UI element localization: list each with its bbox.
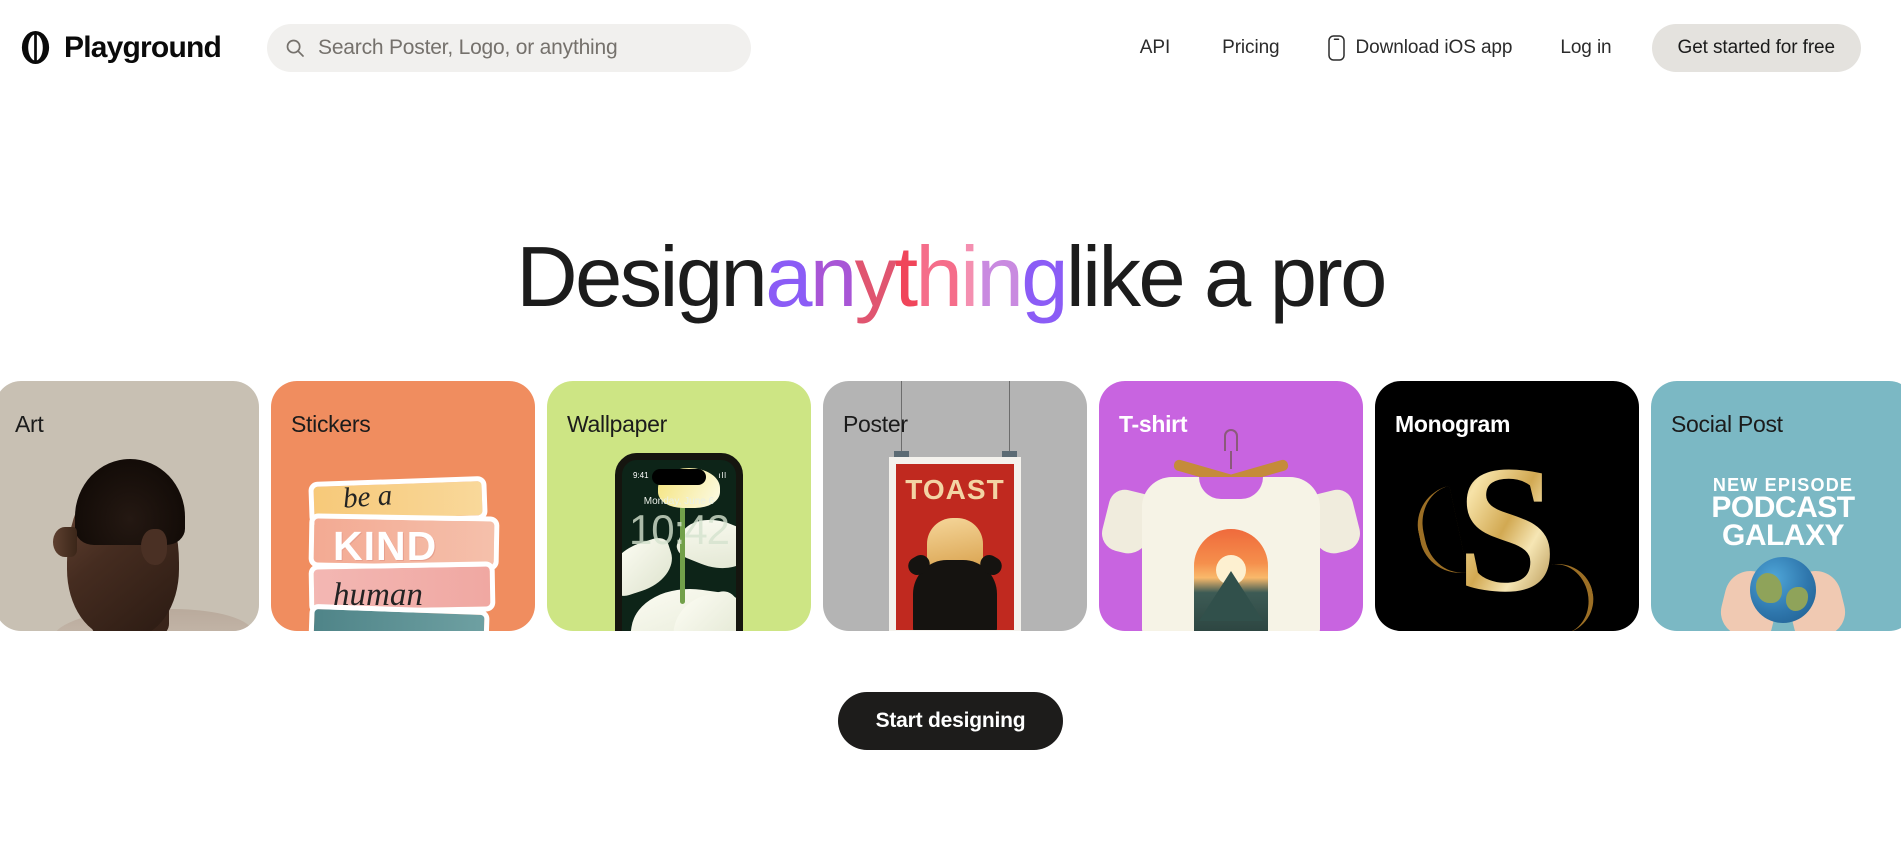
hero-section: Designanythinglike a pro	[0, 235, 1901, 320]
brand-logo[interactable]: Playground	[18, 30, 222, 65]
nav-link-pricing[interactable]: Pricing	[1196, 37, 1305, 59]
headline-part-1: a	[765, 230, 812, 325]
card-label-social-post: Social Post	[1671, 411, 1783, 437]
poster-title-text: TOAST	[905, 474, 1005, 505]
podcast-line3: GALAXY	[1721, 519, 1845, 552]
lockscreen-status-time: 9:41	[633, 471, 649, 480]
search-input[interactable]: Search Poster, Logo, or anything	[267, 23, 752, 72]
category-card-art[interactable]: Art	[0, 381, 259, 631]
category-card-wallpaper[interactable]: 9:41 ıll Monday, June 6 10:42 Wallpaper	[547, 381, 811, 631]
playground-circle-bar-logo	[18, 30, 53, 65]
headline-part-0: Design	[516, 230, 768, 325]
start-designing-row: Start designing	[0, 692, 1901, 750]
lockscreen-status-icons: ıll	[718, 471, 727, 480]
headline-part-4: t	[894, 230, 918, 325]
brand-name: Playground	[64, 30, 222, 64]
download-ios-app-label: Download iOS app	[1355, 36, 1513, 58]
sticker-text-line1: be a	[341, 479, 394, 515]
headline-part-3: y	[854, 230, 898, 325]
card-label-tshirt: T-shirt	[1119, 411, 1188, 437]
card-label-monogram: Monogram	[1395, 411, 1511, 437]
card-label-art: Art	[15, 411, 44, 437]
download-ios-app-link[interactable]: Download iOS app	[1306, 34, 1535, 61]
category-card-stickers[interactable]: be a KIND human Stickers	[271, 381, 535, 631]
headline-part-5: h	[915, 230, 963, 325]
card-label-stickers: Stickers	[291, 411, 371, 437]
login-link[interactable]: Log in	[1534, 37, 1637, 59]
page-title: Designanythinglike a pro	[0, 235, 1901, 320]
category-card-row: Art be a KIND human Stickers 9:41 ıll Mo…	[0, 381, 1901, 631]
headline-part-9: like a pro	[1065, 230, 1388, 325]
main-nav: API Pricing Download iOS app Log in Get …	[1114, 23, 1861, 72]
category-card-tshirt[interactable]: T-shirt	[1099, 381, 1363, 631]
site-header: Playground Search Poster, Logo, or anyth…	[0, 0, 1901, 95]
search-icon	[285, 38, 305, 58]
headline-part-8: g	[1021, 230, 1068, 325]
search-placeholder: Search Poster, Logo, or anything	[318, 35, 618, 59]
card-label-wallpaper: Wallpaper	[567, 411, 667, 437]
lockscreen-clock: 10:42	[628, 506, 730, 553]
category-card-social-post[interactable]: NEW EPISODE PODCAST GALAXY Social Post	[1651, 381, 1901, 631]
headline-part-7: n	[976, 230, 1024, 325]
card-label-poster: Poster	[843, 411, 908, 437]
phone-icon	[1327, 34, 1345, 61]
sticker-text-line3: human	[333, 577, 423, 613]
monogram-letter: S	[1456, 429, 1558, 630]
headline-part-6: i	[960, 230, 979, 325]
headline-part-2: n	[809, 230, 857, 325]
nav-link-api[interactable]: API	[1114, 37, 1196, 59]
category-card-poster[interactable]: TOAST Poster	[823, 381, 1087, 631]
category-card-monogram[interactable]: S Monogram	[1375, 381, 1639, 631]
sticker-text-line2: KIND	[333, 523, 438, 569]
get-started-button[interactable]: Get started for free	[1651, 23, 1861, 72]
start-designing-button[interactable]: Start designing	[837, 692, 1064, 750]
